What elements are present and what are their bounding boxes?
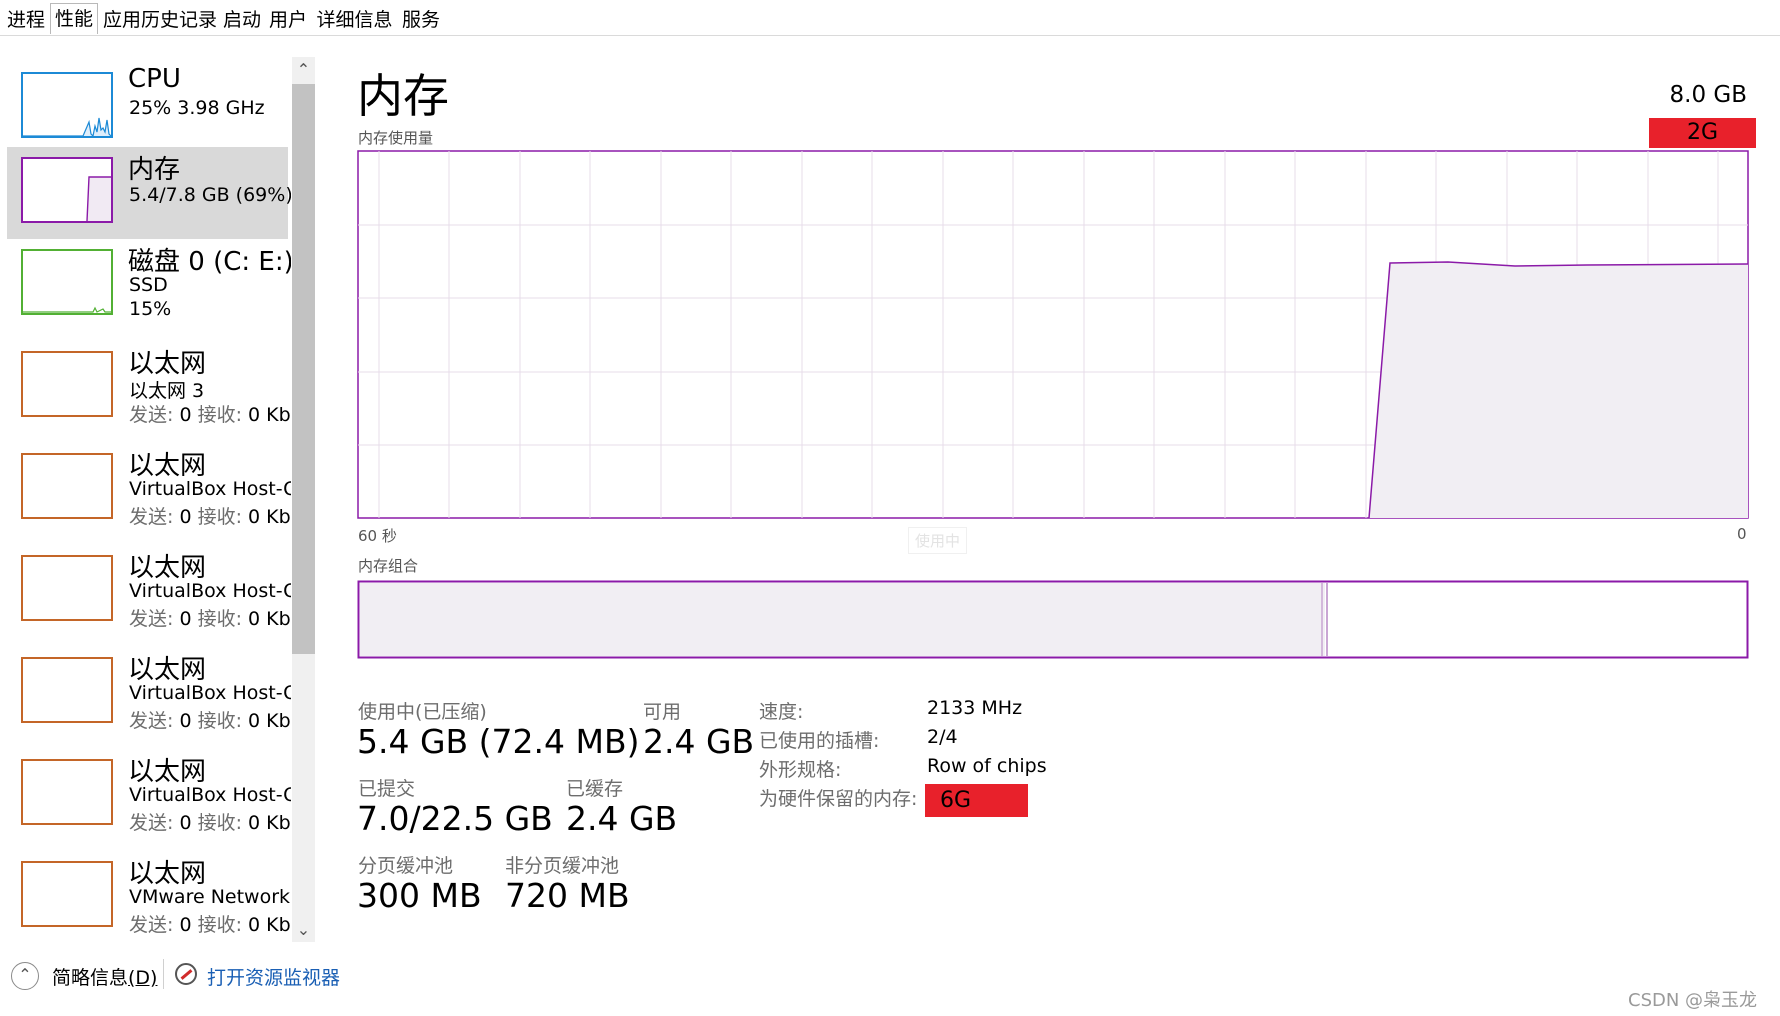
tab-services[interactable]: 服务 [400,5,442,35]
composition-label: 内存组合 [358,557,419,575]
tab-bar: 进程 性能 应用历史记录 启动 用户 详细信息 服务 [0,0,1780,36]
scroll-up-arrow-icon[interactable]: ⌃ [292,58,315,81]
committed-label: 已提交 [358,778,416,800]
sidebar-item-title: CPU [128,64,181,94]
fewer-details-button[interactable]: 简略信息(D) [52,963,157,990]
sidebar-item-ethernet[interactable]: 以太网 VMware Network A 发送: 0 接收: 0 Kbp [7,851,291,943]
in-use-value: 5.4 GB (72.4 MB) [357,722,640,761]
ethernet-thumbnail-graph [21,657,113,723]
slots-value: 2/4 [927,726,958,748]
sidebar-item-detail: 5.4/7.8 GB (69%) [129,184,291,206]
graph-axis-left-label: 60 秒 [358,527,397,545]
scrollbar-thumb[interactable] [292,84,315,654]
ethernet-thumbnail-graph [21,861,113,927]
disk-thumbnail-graph [21,249,113,315]
paged-pool-value: 300 MB [357,876,482,915]
faded-tooltip: 使用中 [908,527,968,554]
ethernet-thumbnail-graph [21,555,113,621]
paged-pool-label: 分页缓冲池 [358,855,454,877]
sidebar-item-throughput: 发送: 0 接收: 0 Kbp [129,812,291,834]
sidebar-item-throughput: 发送: 0 接收: 0 Kbp [129,404,291,426]
sidebar-item-title: 以太网 [128,553,207,583]
sidebar-item-ethernet[interactable]: 以太网 VirtualBox Host-Or 发送: 0 接收: 0 Kbp [7,443,291,535]
sidebar-item-adapter: VirtualBox Host-Or [129,784,291,806]
fewer-details-shortcut: (D) [128,967,158,989]
sidebar-item-throughput: 发送: 0 接收: 0 Kbp [129,710,291,732]
sidebar-item-detail: 25% 3.98 GHz [129,97,265,119]
sidebar-item-adapter: 以太网 3 [129,380,205,402]
in-use-label: 使用中(已压缩) [358,701,487,723]
sidebar-item-title: 以太网 [128,655,207,685]
tab-app-history[interactable]: 应用历史记录 [102,5,218,35]
ethernet-thumbnail-graph [21,351,113,417]
sidebar-item-adapter: VirtualBox Host-Or [129,478,291,500]
footer: ⌃ 简略信息(D) 打开资源监视器 CSDN @枭玉龙 [0,945,1780,1016]
sidebar-item-memory[interactable]: 内存 5.4/7.8 GB (69%) [7,147,291,239]
tab-startup[interactable]: 启动 [222,5,262,35]
collapse-chevron-up-icon[interactable]: ⌃ [11,962,39,990]
sidebar-item-adapter: VirtualBox Host-Or [129,682,291,704]
sidebar-item-throughput: 发送: 0 接收: 0 Kbp [129,608,291,630]
nonpaged-pool-label: 非分页缓冲池 [505,855,620,877]
sidebar-item-title: 以太网 [128,451,207,481]
sidebar-item-title: 磁盘 0 (C: E:) [128,247,291,277]
graph-axis-right-label: 0 [1737,525,1747,543]
sidebar-item-title: 以太网 [128,757,207,787]
available-label: 可用 [643,701,682,723]
page-title: 内存 [357,69,449,123]
sidebar-item-usage: 15% [129,298,172,320]
sidebar-item-ethernet[interactable]: 以太网 VirtualBox Host-Or 发送: 0 接收: 0 Kbp [7,647,291,739]
slots-label: 已使用的插槽: [759,730,880,752]
tab-details[interactable]: 详细信息 [315,5,394,35]
open-resource-monitor-link[interactable]: 打开资源监视器 [207,963,340,990]
red-annotation-6g: 6G [925,784,1028,817]
memory-usage-graph [357,150,1749,519]
ethernet-thumbnail-graph [21,759,113,825]
sidebar-item-adapter: VirtualBox Host-Or [129,580,291,602]
sidebar-item-detail: SSD [129,274,168,296]
red-annotation-2g: 2G [1649,118,1756,148]
sidebar-item-throughput: 发送: 0 接收: 0 Kbp [129,914,291,936]
watermark: CSDN @枭玉龙 [1628,990,1758,1011]
memory-thumbnail-graph [21,157,113,223]
sidebar-item-adapter: VMware Network A [129,886,291,908]
sidebar-item-title: 以太网 [128,859,207,889]
hardware-reserved-label: 为硬件保留的内存: [759,788,918,810]
tab-processes[interactable]: 进程 [6,5,46,35]
speed-value: 2133 MHz [927,697,1023,719]
sidebar-item-ethernet[interactable]: 以太网 以太网 3 发送: 0 接收: 0 Kbp [7,341,291,433]
resource-monitor-icon[interactable] [175,963,197,985]
sidebar-item-title: 以太网 [128,349,207,379]
total-memory: 8.0 GB [1669,82,1748,108]
cached-label: 已缓存 [566,778,624,800]
ethernet-thumbnail-graph [21,453,113,519]
committed-value: 7.0/22.5 GB [357,799,553,838]
sidebar-item-title: 内存 [128,155,181,185]
usage-graph-label: 内存使用量 [358,129,434,147]
sidebar-item-disk[interactable]: 磁盘 0 (C: E:) SSD 15% [7,239,291,331]
nonpaged-pool-value: 720 MB [505,876,630,915]
available-value: 2.4 GB [643,722,755,761]
form-factor-label: 外形规格: [759,759,842,781]
footer-divider [163,959,164,989]
fewer-details-label: 简略信息 [52,967,129,989]
memory-composition-bar [357,580,1749,659]
tab-users[interactable]: 用户 [268,5,308,35]
cpu-thumbnail-graph [21,72,113,138]
sidebar-item-cpu[interactable]: CPU 25% 3.98 GHz [7,62,288,154]
form-factor-value: Row of chips [927,755,1047,777]
sidebar-item-ethernet[interactable]: 以太网 VirtualBox Host-Or 发送: 0 接收: 0 Kbp [7,749,291,841]
speed-label: 速度: [759,701,804,723]
scroll-down-arrow-icon[interactable]: ⌄ [292,918,315,941]
cached-value: 2.4 GB [566,799,678,838]
sidebar: CPU 25% 3.98 GHz 内存 5.4/7.8 GB (69%) 磁盘 … [0,50,291,945]
sidebar-item-ethernet[interactable]: 以太网 VirtualBox Host-Or 发送: 0 接收: 0 Kbp [7,545,291,637]
sidebar-item-throughput: 发送: 0 接收: 0 Kbp [129,506,291,528]
tab-performance[interactable]: 性能 [50,3,98,34]
